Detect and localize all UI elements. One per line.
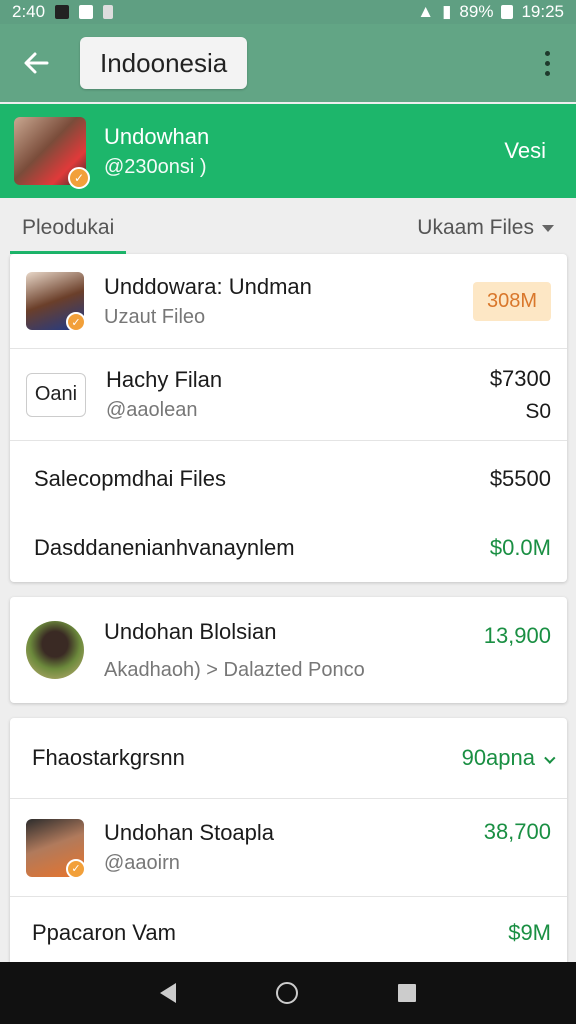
item-subtitle: @aaoirn (104, 852, 180, 874)
item-subtitle: Uzaut Fileo (104, 305, 206, 328)
back-arrow-icon[interactable] (14, 41, 58, 85)
badge-icon: ✓ (66, 312, 86, 332)
item-value: $9M (508, 919, 551, 945)
chevron-down-icon (542, 224, 554, 232)
signal-icon: ▮ (442, 2, 452, 21)
battery-level: 89% (459, 2, 494, 21)
item-title: Salecopmdhai Files (34, 465, 226, 491)
item-subtitle: @aaolean (106, 399, 198, 421)
list-item[interactable]: Fhaostarkgrsnn 90apna (10, 718, 567, 798)
item-value: 90apna (461, 745, 535, 770)
mail-icon (79, 5, 94, 19)
app-bar: Indoonesia (0, 24, 576, 102)
status-time-left: 2:40 (12, 2, 46, 21)
profile-handle: @230onsi ) (104, 155, 207, 178)
badge-icon: ✓ (66, 858, 86, 879)
list-item[interactable]: Salecopmdhai Files $5500 (10, 440, 567, 516)
file-icon (103, 5, 114, 19)
dropdown-value[interactable]: 90apna (461, 745, 556, 771)
tab-active[interactable]: Pleodukai (9, 202, 127, 254)
list-item[interactable]: ✓ Unddowara: Undman Uzaut Fileo 308M (10, 254, 567, 348)
tab-bar: Pleodukai Ukaam Files (0, 202, 576, 254)
verified-badge-icon: ✓ (68, 167, 90, 189)
system-nav-bar (0, 962, 576, 1024)
files-dropdown[interactable]: Ukaam Files (417, 216, 554, 240)
nav-home-icon[interactable] (276, 982, 298, 1004)
item-value-sub: S0 (525, 399, 551, 423)
list-item[interactable]: ✓ Undohan Stoapla @aaoirn 38,700 (10, 798, 567, 896)
brand-logo: Oani (26, 372, 86, 417)
item-title: Hachy Filan (106, 367, 223, 392)
file-card: Fhaostarkgrsnn 90apna ✓ Undohan Stoapla … (10, 718, 567, 968)
file-card: ✓ Unddowara: Undman Uzaut Fileo 308M Oan… (10, 254, 567, 582)
item-title: Ppacaron Vam (32, 919, 176, 945)
item-value: 38,700 (483, 819, 551, 844)
item-value: $7300 (489, 365, 551, 391)
file-card: Undohan Blolsian Akadhaoh) > Dalazted Po… (10, 597, 567, 703)
item-title: Undohan Stoapla (104, 820, 275, 845)
status-bar: 2:40 ▲ ▮ 89% 19:25 (0, 0, 576, 24)
avatar: ✓ (26, 272, 86, 332)
profile-name: Undowhan (104, 123, 210, 149)
chevron-down-icon (544, 752, 556, 764)
avatar[interactable]: ✓ (14, 117, 90, 189)
item-title: Unddowara: Undman (104, 273, 312, 299)
nav-back-icon[interactable] (160, 983, 176, 1003)
notification-icon (55, 5, 70, 19)
list-item[interactable]: Oani Hachy Filan @aaolean $7300 S0 (10, 348, 567, 440)
more-menu-icon[interactable] (532, 41, 562, 85)
item-title: Dasddanenianhvanaynlem (34, 535, 295, 560)
item-value: $0.0M (489, 535, 551, 560)
page-title: Indoonesia (80, 37, 248, 89)
wifi-icon: ▲ (417, 2, 435, 21)
avatar: ✓ (26, 818, 86, 879)
list-item[interactable]: Dasddanenianhvanaynlem $0.0M (10, 516, 567, 580)
battery-icon (501, 5, 514, 19)
item-value: 13,900 (483, 623, 551, 648)
item-value: $5500 (489, 465, 551, 491)
item-title: Undohan Blolsian (104, 618, 277, 644)
item-title: Fhaostarkgrsnn (32, 745, 185, 770)
list-item[interactable]: Ppacaron Vam $9M (10, 896, 567, 968)
view-button[interactable]: Vesi (504, 138, 546, 164)
nav-recents-icon[interactable] (398, 984, 416, 1002)
item-subtitle: Akadhaoh) > Dalazted Ponco (104, 658, 365, 681)
files-dropdown-label: Ukaam Files (417, 216, 534, 239)
size-badge: 308M (472, 281, 551, 321)
avatar (26, 621, 84, 679)
profile-banner: ✓ Undowhan @230onsi ) Vesi (0, 104, 576, 198)
status-clock: 19:25 (521, 2, 564, 21)
list-item[interactable]: Undohan Blolsian Akadhaoh) > Dalazted Po… (10, 597, 567, 703)
